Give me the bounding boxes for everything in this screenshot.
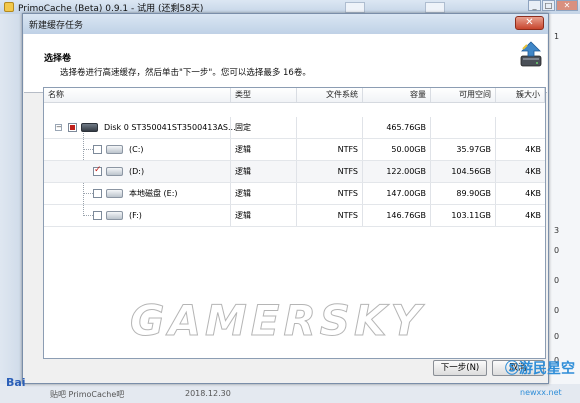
right-panel-value: 0 bbox=[554, 246, 560, 255]
volume-free-space: 35.97GB bbox=[431, 139, 496, 160]
volume-checkbox-c[interactable] bbox=[93, 145, 102, 154]
right-panel-value: 0 bbox=[554, 276, 560, 285]
disk-filesystem bbox=[297, 117, 363, 138]
disk-checkbox[interactable] bbox=[68, 123, 77, 132]
volume-filesystem: NTFS bbox=[297, 183, 363, 204]
volume-name: 本地磁盘 (E:) bbox=[125, 183, 231, 204]
volume-cluster-size: 4KB bbox=[525, 189, 541, 198]
collapse-icon[interactable]: − bbox=[55, 124, 62, 131]
toolbar-tab-1[interactable] bbox=[345, 2, 365, 13]
wizard-step-title: 选择卷 bbox=[44, 54, 72, 64]
site-watermark-url: newxx.net bbox=[520, 388, 562, 397]
header-divider bbox=[44, 102, 545, 103]
site-watermark: Ⓢ游民星空 bbox=[505, 361, 575, 377]
right-panel-value: 0 bbox=[554, 332, 560, 341]
column-header-name[interactable]: 名称 bbox=[44, 88, 231, 102]
volume-type: 逻辑 bbox=[231, 161, 297, 182]
baidu-watermark: Bai bbox=[6, 376, 26, 389]
volume-row-e[interactable]: 本地磁盘 (E:) 逻辑 NTFS 147.00GB 89.90GB 4KB bbox=[44, 183, 545, 205]
minimize-icon[interactable]: _ bbox=[528, 0, 541, 11]
disk-type: 固定 bbox=[231, 117, 297, 138]
right-panel-value: 1 bbox=[554, 32, 560, 41]
volume-row-d[interactable]: (D:) 逻辑 NTFS 122.00GB 104.56GB 4KB bbox=[44, 161, 545, 183]
volume-drive-icon bbox=[106, 167, 123, 176]
main-window-titlebar: PrimoCache (Beta) 0.9.1 - 试用 (还剩58天) _ □… bbox=[0, 0, 580, 14]
volume-type: 逻辑 bbox=[231, 139, 297, 160]
volume-filesystem: NTFS bbox=[297, 161, 363, 182]
disk-free-space bbox=[431, 117, 496, 138]
disk-row[interactable]: − Disk 0 ST350041ST3500413AS... 固定 465.7… bbox=[44, 117, 545, 139]
column-header-cluster-size[interactable]: 簇大小 bbox=[496, 88, 545, 102]
volume-free-space: 103.11GB bbox=[431, 205, 496, 226]
gamersky-watermark: GAMERSKY bbox=[129, 296, 426, 346]
volume-cluster-size: 4KB bbox=[525, 211, 541, 220]
right-panel-value: 3 bbox=[554, 226, 560, 235]
disk-name: Disk 0 ST350041ST3500413AS... bbox=[100, 117, 236, 138]
wizard-header: 选择卷 选择卷进行高速缓存，然后单击"下一步"。您可以选择最多 16卷。 bbox=[24, 34, 547, 93]
column-header-filesystem[interactable]: 文件系统 bbox=[297, 88, 363, 102]
volume-cluster-size: 4KB bbox=[525, 167, 541, 176]
volume-capacity: 122.00GB bbox=[363, 161, 431, 182]
hard-disk-icon bbox=[81, 123, 98, 132]
volume-checkbox-d[interactable] bbox=[93, 165, 102, 176]
volume-capacity: 50.00GB bbox=[363, 139, 431, 160]
wizard-cache-icon bbox=[520, 41, 542, 67]
close-icon[interactable]: ✕ bbox=[556, 0, 578, 11]
column-header-free-space[interactable]: 可用空间 bbox=[431, 88, 496, 102]
dialog-title: 新建缓存任务 bbox=[29, 21, 84, 31]
wizard-step-description: 选择卷进行高速缓存，然后单击"下一步"。您可以选择最多 16卷。 bbox=[60, 68, 311, 78]
volume-capacity: 147.00GB bbox=[363, 183, 431, 204]
volume-cluster-size: 4KB bbox=[525, 145, 541, 154]
volume-checkbox-f[interactable] bbox=[93, 211, 102, 220]
volume-row-f[interactable]: (F:) 逻辑 NTFS 146.76GB 103.11GB 4KB bbox=[44, 205, 545, 227]
next-button[interactable]: 下一步(N) bbox=[433, 360, 487, 376]
dialog-titlebar: 新建缓存任务 ✕ bbox=[23, 14, 548, 34]
volume-name: (F:) bbox=[125, 205, 231, 226]
main-window-left-panel bbox=[0, 14, 22, 403]
volume-drive-icon bbox=[106, 189, 123, 198]
volume-drive-icon bbox=[106, 145, 123, 154]
right-panel-value: 0 bbox=[554, 306, 560, 315]
status-date: 2018.12.30 bbox=[185, 389, 231, 398]
status-text: 贴吧 PrimoCache吧 bbox=[50, 390, 125, 399]
volume-drive-icon bbox=[106, 211, 123, 220]
toolbar-tab-2[interactable] bbox=[425, 2, 445, 13]
column-header-type[interactable]: 类型 bbox=[231, 88, 297, 102]
volume-name: (C:) bbox=[125, 139, 231, 160]
main-window-right-panel: 1 3 0 0 0 0 0 bbox=[548, 14, 580, 403]
volume-type: 逻辑 bbox=[231, 183, 297, 204]
volume-free-space: 104.56GB bbox=[431, 161, 496, 182]
volume-row-c[interactable]: (C:) 逻辑 NTFS 50.00GB 35.97GB 4KB bbox=[44, 139, 545, 161]
volume-name: (D:) bbox=[125, 161, 231, 182]
disk-capacity: 465.76GB bbox=[363, 117, 431, 138]
volume-filesystem: NTFS bbox=[297, 139, 363, 160]
baidu-logo-text: Bai bbox=[6, 376, 26, 389]
column-header-capacity[interactable]: 容量 bbox=[363, 88, 431, 102]
volume-capacity: 146.76GB bbox=[363, 205, 431, 226]
volume-free-space: 89.90GB bbox=[431, 183, 496, 204]
app-icon bbox=[4, 2, 14, 12]
main-window-statusbar: 贴吧 PrimoCache吧 2018.12.30 bbox=[0, 384, 580, 403]
volume-filesystem: NTFS bbox=[297, 205, 363, 226]
volume-type: 逻辑 bbox=[231, 205, 297, 226]
dialog-close-button[interactable]: ✕ bbox=[515, 16, 544, 30]
maximize-icon[interactable]: □ bbox=[542, 0, 555, 11]
volume-checkbox-e[interactable] bbox=[93, 189, 102, 198]
